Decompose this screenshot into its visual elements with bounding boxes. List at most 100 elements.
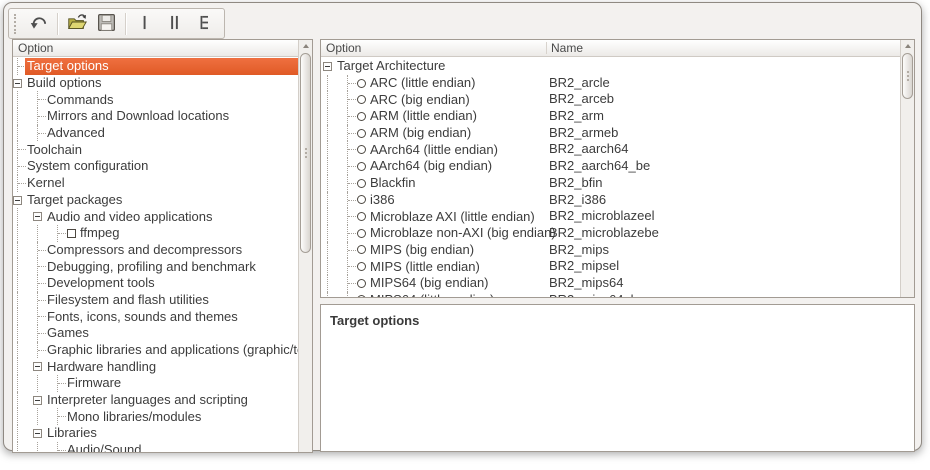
toolbar-separator [125,13,126,35]
tree-item-label: Libraries [47,425,97,441]
radio-button[interactable] [357,145,366,154]
tree-row[interactable]: Target Architecture [321,58,900,75]
tree-row[interactable]: Target packages [13,192,298,209]
column-separator[interactable] [546,42,547,54]
right-vertical-scrollbar[interactable] [900,40,914,297]
collapse-minus-icon[interactable] [33,396,42,405]
collapse-minus-icon[interactable] [13,79,22,88]
tree-row[interactable]: BlackfinBR2_bfin [321,175,900,192]
tree-row[interactable]: Audio and video applications [13,208,298,225]
tree-row[interactable]: Mirrors and Download locations [13,108,298,125]
scroll-up-arrow-icon[interactable] [301,42,310,51]
checkbox[interactable] [67,229,76,238]
radio-button[interactable] [357,162,366,171]
collapse-minus-icon[interactable] [323,62,332,71]
tree-row[interactable]: Compressors and decompressors [13,242,298,259]
collapse-minus-icon[interactable] [33,429,42,438]
tree-row[interactable]: Commands [13,91,298,108]
tree-row[interactable]: MIPS (little endian)BR2_mipsel [321,258,900,275]
tree-row-content: Audio/Sound [65,442,298,452]
tree-row[interactable]: MIPS64 (little endian)BR2_mips64el [321,292,900,297]
open-button[interactable] [62,10,91,37]
tree-row[interactable]: Games [13,325,298,342]
radio-button[interactable] [357,245,366,254]
radio-button[interactable] [357,212,366,221]
collapse-minus-icon[interactable] [33,362,42,371]
tree-item-label: Target Architecture [337,58,445,74]
tree-row[interactable]: Hardware handling [13,358,298,375]
tree-item-label: Interpreter languages and scripting [47,392,248,408]
tree-row[interactable]: AArch64 (little endian)BR2_aarch64 [321,141,900,158]
config-symbol-name: BR2_aarch64 [549,141,629,158]
split-view-button[interactable] [160,10,189,37]
scroll-up-arrow-icon[interactable] [903,42,912,51]
tree-row[interactable]: Firmware [13,375,298,392]
toolbar-drag-handle[interactable] [14,14,19,34]
split-view-icon [164,12,185,36]
radio-button[interactable] [357,95,366,104]
radio-button[interactable] [357,262,366,271]
tree-row-content: Libraries [45,425,298,442]
tree-row[interactable]: AArch64 (big endian)BR2_aarch64_be [321,158,900,175]
tree-row-content: Games [45,325,298,342]
option-column-header: Option [13,40,298,57]
radio-button[interactable] [357,195,366,204]
tree-row[interactable]: ARC (big endian)BR2_arceb [321,91,900,108]
scrollbar-thumb[interactable] [300,53,311,253]
undo-button[interactable] [24,10,53,37]
collapse-minus-icon[interactable] [13,196,22,205]
radio-button[interactable] [357,79,366,88]
collapse-minus-icon[interactable] [33,212,42,221]
tree-row[interactable]: Build options [13,75,298,92]
tree-guide-line [327,75,328,92]
tree-row[interactable]: System configuration [13,158,298,175]
tree-row[interactable]: ARC (little endian)BR2_arcle [321,75,900,92]
radio-button[interactable] [357,229,366,238]
tree-row[interactable]: Interpreter languages and scripting [13,392,298,409]
tree-row[interactable]: ffmpeg [13,225,298,242]
full-view-button[interactable] [190,10,219,37]
tree-row[interactable]: Target options [13,58,298,75]
left-vertical-scrollbar[interactable] [298,40,312,452]
tree-item-label: AArch64 (big endian) [370,158,492,174]
option-list-panel: Option Name Target ArchitectureARC (litt… [320,39,915,298]
tree-item-label: Firmware [67,375,121,391]
tree-row[interactable]: MIPS64 (big endian)BR2_mips64 [321,275,900,292]
save-button[interactable] [92,10,121,37]
tree-row[interactable]: i386BR2_i386 [321,192,900,209]
tree-row[interactable]: Microblaze AXI (little endian)BR2_microb… [321,208,900,225]
tree-row[interactable]: ARM (little endian)BR2_arm [321,108,900,125]
config-symbol-name: BR2_microblazeel [549,208,655,225]
tree-guide-line [17,342,18,359]
tree-row[interactable]: Mono libraries/modules [13,408,298,425]
tree-item-label: Filesystem and flash utilities [47,292,209,308]
config-tree-panel: Option Target optionsBuild optionsComman… [12,39,313,453]
radio-button[interactable] [357,129,366,138]
tree-row[interactable]: Libraries [13,425,298,442]
tree-row[interactable]: Toolchain [13,141,298,158]
radio-button[interactable] [357,112,366,121]
tree-guide-line [327,242,328,259]
tree-item-label: MIPS (little endian) [370,259,480,275]
tree-row[interactable]: ARM (big endian)BR2_armeb [321,125,900,142]
radio-button[interactable] [357,179,366,188]
tree-row[interactable]: Graphic libraries and applications (grap… [13,342,298,359]
tree-row[interactable]: MIPS (big endian)BR2_mips [321,242,900,259]
tree-row[interactable]: Filesystem and flash utilities [13,292,298,309]
scrollbar-thumb[interactable] [902,53,913,99]
tree-row[interactable]: Development tools [13,275,298,292]
config-symbol-name: BR2_arceb [549,91,614,108]
tree-row[interactable]: Microblaze non-AXI (big endian)BR2_micro… [321,225,900,242]
tree-row[interactable]: Advanced [13,125,298,142]
toolbar-separator [57,13,58,35]
single-view-button[interactable] [130,10,159,37]
tree-row[interactable]: Kernel [13,175,298,192]
tree-row[interactable]: Audio/Sound [13,442,298,452]
radio-button[interactable] [357,295,366,297]
config-symbol-name: BR2_arm [549,108,604,125]
tree-row[interactable]: Fonts, icons, sounds and themes [13,308,298,325]
tree-row[interactable]: Debugging, profiling and benchmark [13,258,298,275]
radio-button[interactable] [357,279,366,288]
tree-item-label: MIPS64 (big endian) [370,275,489,291]
tree-guide-line [17,308,18,325]
